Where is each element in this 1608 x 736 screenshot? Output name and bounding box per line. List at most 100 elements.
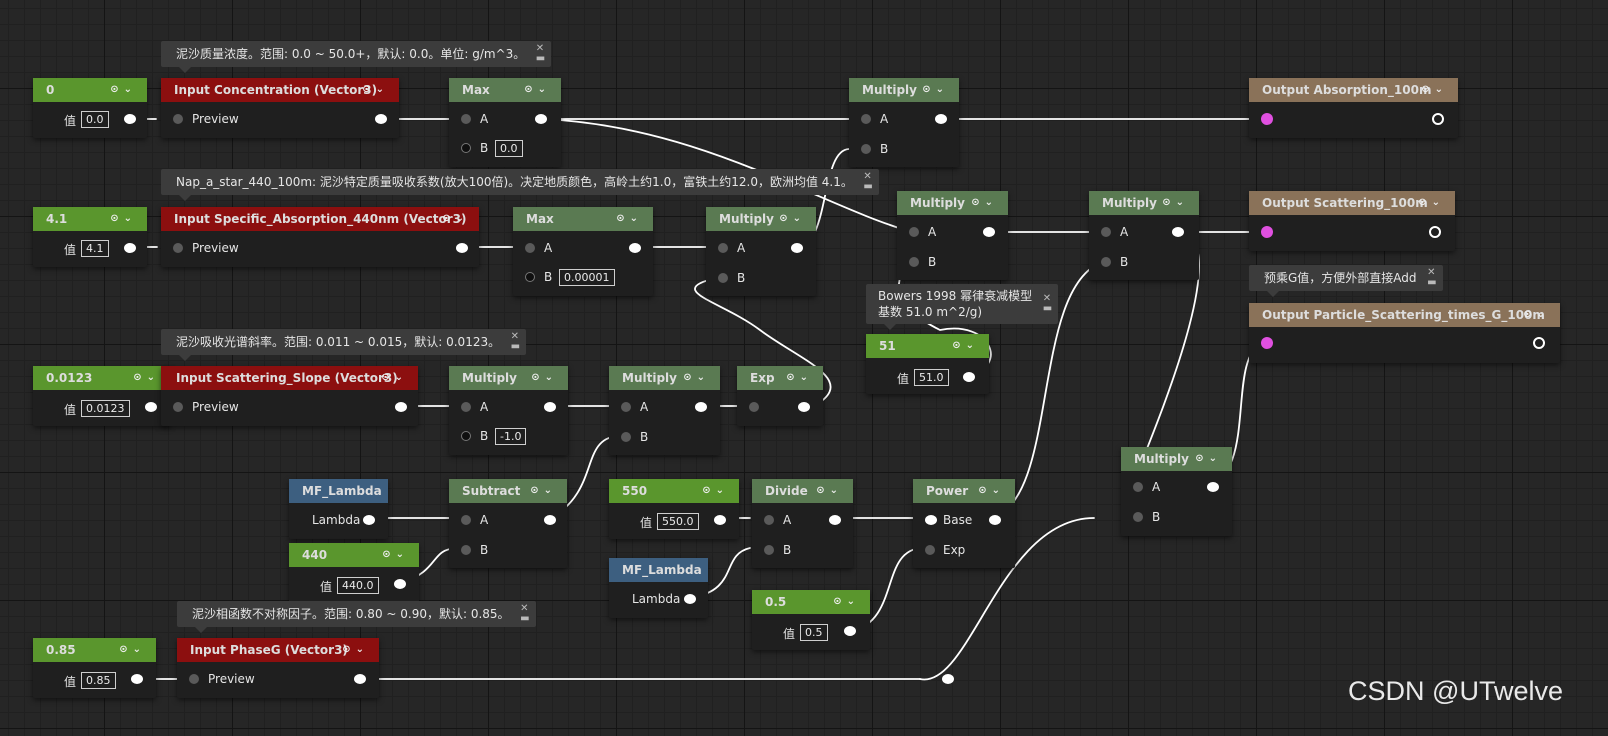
output-pin[interactable] xyxy=(394,579,406,589)
node-header[interactable]: 550 ⊙⌄ xyxy=(609,479,739,503)
node-header[interactable]: MF_Lambda xyxy=(289,479,388,503)
output-pin[interactable] xyxy=(131,674,143,684)
pin-comment-icon[interactable]: ✕ ▬ xyxy=(520,604,529,624)
multiply-node-slope-2[interactable]: Multiply ⊙⌄ A B xyxy=(609,366,720,455)
output-pin[interactable] xyxy=(375,114,387,124)
input-pin-a[interactable] xyxy=(621,402,631,412)
input-pin-b[interactable] xyxy=(718,273,728,283)
preview-chevron-icons[interactable]: ⊙⌄ xyxy=(702,479,729,503)
preview-chevron-icons[interactable]: ⊙⌄ xyxy=(1195,447,1222,471)
output-pin[interactable] xyxy=(714,515,726,525)
preview-chevron-icons[interactable]: ⊙⌄ xyxy=(833,590,860,614)
node-header[interactable]: Input Specific_Absorption_440nm (Vector3… xyxy=(161,207,479,231)
input-pin-b[interactable] xyxy=(461,431,471,441)
input-pin-base[interactable] xyxy=(925,515,937,525)
input-pin-b[interactable] xyxy=(764,545,774,555)
output-pin[interactable] xyxy=(1207,482,1219,492)
preview-chevron-icons[interactable]: ⊙⌄ xyxy=(119,638,146,662)
node-header[interactable]: 0 ⊙⌄ xyxy=(33,78,147,102)
output-node-scattering[interactable]: Output Scattering_100m ⊙⌄ xyxy=(1249,191,1455,251)
preview-chevron-icons[interactable]: ⊙⌄ xyxy=(362,78,389,102)
output-pin-lambda[interactable] xyxy=(684,594,696,604)
param-node-51[interactable]: 51 ⊙⌄ 值 51.0 xyxy=(866,334,989,394)
output-pin[interactable] xyxy=(1432,113,1444,125)
node-header[interactable]: MF_Lambda xyxy=(609,558,708,582)
node-header[interactable]: Multiply ⊙⌄ xyxy=(897,191,1008,215)
divide-node[interactable]: Divide ⊙⌄ A B xyxy=(752,479,853,568)
node-header[interactable]: Multiply ⊙⌄ xyxy=(849,78,959,102)
input-pin-b[interactable] xyxy=(1101,257,1111,267)
multiply-node-slope[interactable]: Multiply ⊙⌄ A B -1.0 xyxy=(449,366,568,455)
value-field[interactable]: 0.0 xyxy=(81,111,109,128)
output-pin[interactable] xyxy=(798,402,810,412)
output-pin[interactable] xyxy=(354,674,366,684)
output-pin[interactable] xyxy=(989,515,1001,525)
value-field[interactable]: 0.5 xyxy=(800,624,828,641)
preview-chevron-icons[interactable]: ⊙⌄ xyxy=(530,479,557,503)
preview-chevron-icons[interactable]: ⊙⌄ xyxy=(531,366,558,390)
input-pin-a[interactable] xyxy=(1133,482,1143,492)
power-node[interactable]: Power ⊙⌄ Base Exp xyxy=(913,479,1015,568)
node-header[interactable]: 51 ⊙⌄ xyxy=(866,334,989,358)
preview-chevron-icons[interactable]: ⊙⌄ xyxy=(110,207,137,231)
input-pin[interactable] xyxy=(1261,113,1273,125)
preview-chevron-icons[interactable]: ⊙⌄ xyxy=(1162,191,1189,215)
node-header[interactable]: Power ⊙⌄ xyxy=(913,479,1015,503)
output-pin[interactable] xyxy=(124,114,136,124)
input-node-specific[interactable]: Input Specific_Absorption_440nm (Vector3… xyxy=(161,207,479,267)
comment-slope[interactable]: 泥沙吸收光谱斜率。范围: 0.011 ~ 0.015，默认: 0.0123。 ✕… xyxy=(161,329,527,361)
value-field[interactable]: 550.0 xyxy=(657,513,699,530)
param-node-specific[interactable]: 4.1 ⊙⌄ 值 4.1 xyxy=(33,207,147,267)
output-pin[interactable] xyxy=(1429,226,1441,238)
comment-phase[interactable]: 泥沙相函数不对称因子。范围: 0.80 ~ 0.90，默认: 0.85。 ✕ ▬ xyxy=(177,601,536,633)
value-field[interactable]: 51.0 xyxy=(914,369,949,386)
node-header[interactable]: Divide ⊙⌄ xyxy=(752,479,853,503)
input-pin-preview[interactable] xyxy=(173,114,183,124)
node-header[interactable]: Input PhaseG (Vector3) ⊙⌄ xyxy=(177,638,379,662)
preview-chevron-icons[interactable]: ⊙⌄ xyxy=(683,366,710,390)
node-header[interactable]: Multiply ⊙⌄ xyxy=(1089,191,1199,215)
input-pin-a[interactable] xyxy=(461,515,471,525)
node-header[interactable]: Multiply ⊙⌄ xyxy=(449,366,568,390)
output-pin[interactable] xyxy=(844,626,856,636)
node-header[interactable]: Output Scattering_100m ⊙⌄ xyxy=(1249,191,1455,215)
preview-chevron-icons[interactable]: ⊙⌄ xyxy=(816,479,843,503)
output-pin[interactable] xyxy=(695,402,707,412)
param-node-concentration[interactable]: 0 ⊙⌄ 值 0.0 xyxy=(33,78,147,138)
preview-chevron-icons[interactable]: ⊙⌄ xyxy=(1523,303,1550,327)
pin-comment-icon[interactable]: ✕ ▬ xyxy=(536,44,545,64)
input-pin-a[interactable] xyxy=(718,243,728,253)
comment-absorption[interactable]: Nap_a_star_440_100m: 泥沙特定质量吸收系数(放大100倍)。… xyxy=(161,169,879,201)
comment-bowers[interactable]: Bowers 1998 幂律衰减模型 基数 51.0 m^2/g) ✕ ▬ xyxy=(866,284,1059,330)
max-node-1[interactable]: Max ⊙⌄ A B 0.0 xyxy=(449,78,561,167)
preview-chevron-icons[interactable]: ⊙⌄ xyxy=(1418,191,1445,215)
node-header[interactable]: Max ⊙⌄ xyxy=(449,78,561,102)
input-pin-b[interactable] xyxy=(461,545,471,555)
input-pin-exp[interactable] xyxy=(925,545,935,555)
output-pin[interactable] xyxy=(456,243,468,253)
node-header[interactable]: Subtract ⊙⌄ xyxy=(449,479,567,503)
preview-chevron-icons[interactable]: ⊙⌄ xyxy=(381,366,408,390)
input-node-phase[interactable]: Input PhaseG (Vector3) ⊙⌄ Preview xyxy=(177,638,379,698)
preview-chevron-icons[interactable]: ⊙⌄ xyxy=(382,543,409,567)
node-header[interactable]: Multiply ⊙⌄ xyxy=(1121,447,1232,471)
value-field[interactable]: 440.0 xyxy=(337,577,379,594)
comment-premultiply[interactable]: 预乘G值，方便外部直接Add ✕ ▬ xyxy=(1249,265,1443,297)
output-pin[interactable] xyxy=(124,243,136,253)
input-pin-b[interactable] xyxy=(909,257,919,267)
node-header[interactable]: 0.0123 ⊙⌄ xyxy=(33,366,170,390)
b-value-field[interactable]: -1.0 xyxy=(495,428,527,445)
preview-chevron-icons[interactable]: ⊙⌄ xyxy=(952,334,979,358)
output-pin-lambda[interactable] xyxy=(363,515,375,525)
material-graph-canvas[interactable]: 泥沙质量浓度。范围: 0.0 ~ 50.0+，默认: 0.0。单位: g/m^3… xyxy=(0,0,1608,736)
input-pin-b[interactable] xyxy=(1133,512,1143,522)
comment-concentration[interactable]: 泥沙质量浓度。范围: 0.0 ~ 50.0+，默认: 0.0。单位: g/m^3… xyxy=(161,41,552,73)
multiply-node-mid[interactable]: Multiply ⊙⌄ A B xyxy=(897,191,1008,280)
node-header[interactable]: Output Absorption_100m ⊙⌄ xyxy=(1249,78,1458,102)
input-node-concentration[interactable]: Input Concentration (Vector3) ⊙⌄ Preview xyxy=(161,78,399,138)
param-node-phase[interactable]: 0.85 ⊙⌄ 值 0.85 xyxy=(33,638,156,698)
input-node-slope[interactable]: Input Scattering_Slope (Vector3) ⊙⌄ Prev… xyxy=(161,366,418,426)
output-node-absorption[interactable]: Output Absorption_100m ⊙⌄ xyxy=(1249,78,1458,138)
preview-chevron-icons[interactable]: ⊙⌄ xyxy=(922,78,949,102)
output-pin[interactable] xyxy=(535,114,547,124)
